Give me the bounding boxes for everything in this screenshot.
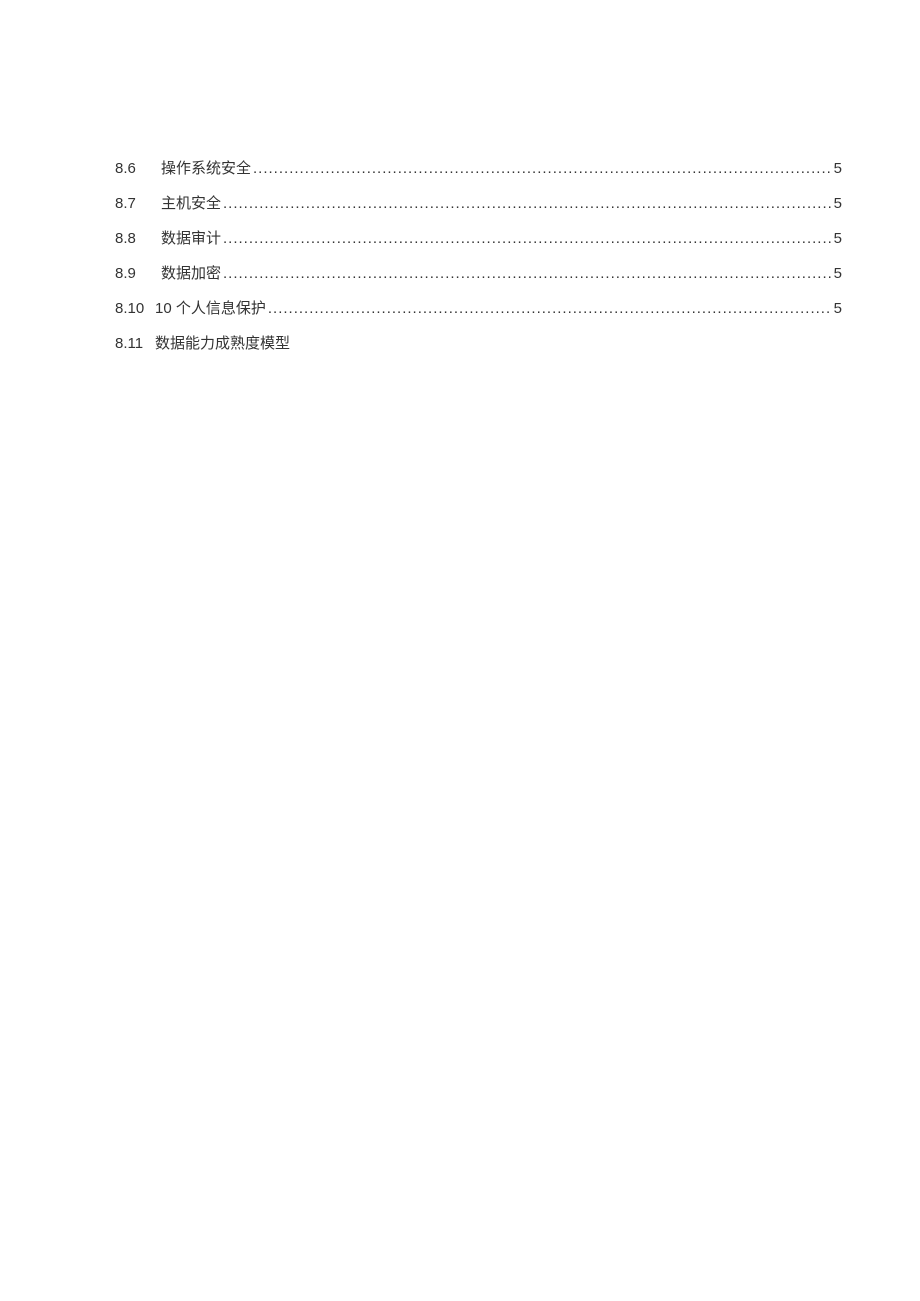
toc-entry-page: 5: [834, 295, 842, 322]
toc-dots: [223, 260, 832, 287]
toc-entry-page: 5: [834, 260, 842, 287]
toc-entry: 8.7 主机安全 5: [115, 190, 842, 217]
toc-entry-page: 5: [834, 155, 842, 182]
toc-entry: 8.8 数据审计 5: [115, 225, 842, 252]
toc-dots: [223, 190, 832, 217]
toc-entry-page: 5: [834, 225, 842, 252]
toc-entry-number: 8.10: [115, 295, 155, 322]
toc-entry-number: 8.8: [115, 225, 161, 252]
toc-dots: [253, 155, 832, 182]
toc-entry: 8.9 数据加密 5: [115, 260, 842, 287]
toc-entry-title: 数据能力成熟度模型: [155, 330, 290, 357]
toc-dots: [223, 225, 832, 252]
toc-entry-number: 8.7: [115, 190, 161, 217]
toc-entry-title: 数据加密: [161, 260, 221, 287]
toc-entry: 8.6 操作系统安全 5: [115, 155, 842, 182]
toc-entry-number: 8.6: [115, 155, 161, 182]
toc-entry-number: 8.9: [115, 260, 161, 287]
toc-entry-page: 5: [834, 190, 842, 217]
toc-entry-title: 主机安全: [161, 190, 221, 217]
toc-dots: [268, 295, 832, 322]
toc-entry-title: 数据审计: [161, 225, 221, 252]
toc-entry-title: 10 个人信息保护: [155, 295, 266, 322]
toc-entry-title: 操作系统安全: [161, 155, 251, 182]
toc-entry: 8.10 10 个人信息保护 5: [115, 295, 842, 322]
toc-entry-number: 8.11: [115, 330, 155, 357]
toc-container: 8.6 操作系统安全 5 8.7 主机安全 5 8.8 数据审计 5 8.9 数…: [115, 155, 842, 357]
toc-entry: 8.11 数据能力成熟度模型: [115, 330, 842, 357]
